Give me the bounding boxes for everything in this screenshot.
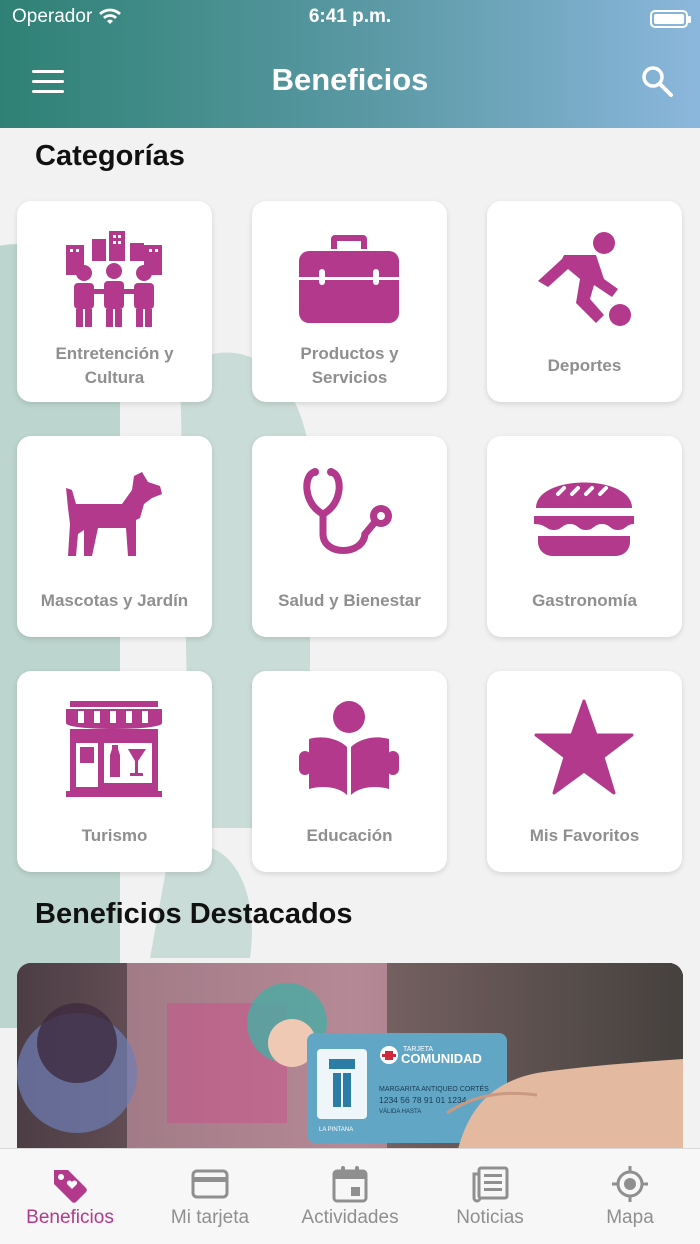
battery-icon bbox=[650, 10, 691, 28]
tag-heart-icon bbox=[54, 1170, 87, 1203]
tab-label: Mapa bbox=[606, 1207, 654, 1228]
credit-card-icon bbox=[191, 1169, 229, 1199]
tab-mapa[interactable]: Mapa bbox=[560, 1149, 700, 1244]
page-title: Beneficios bbox=[271, 62, 429, 97]
category-label: Mascotas y Jardín bbox=[40, 591, 189, 610]
dog-icon bbox=[66, 472, 162, 556]
status-time: 6:41 p.m. bbox=[308, 6, 392, 27]
tab-label: Actividades bbox=[301, 1207, 399, 1228]
category-label: Productos y Servicios bbox=[300, 344, 399, 387]
card-holder-name: MARGARITA ANTIQUEO CORTÉS bbox=[379, 1084, 489, 1093]
reader-icon bbox=[299, 701, 399, 795]
search-icon[interactable] bbox=[640, 64, 674, 98]
category-card-gastronomia[interactable]: Gastronomía bbox=[487, 436, 682, 637]
category-label: Educación bbox=[306, 826, 393, 845]
featured-benefit-banner[interactable]: TARJETA COMUNIDAD MARGARITA ANTIQUEO COR… bbox=[17, 963, 683, 1153]
briefcase-icon bbox=[299, 235, 399, 323]
card-valid: VÁLIDA HASTA bbox=[379, 1108, 421, 1115]
category-card-educacion[interactable]: Educación bbox=[252, 671, 447, 872]
card-brand: COMUNIDAD bbox=[401, 1051, 482, 1066]
category-label: Entretención y Cultura bbox=[55, 344, 174, 387]
tab-actividades[interactable]: Actividades bbox=[280, 1149, 420, 1244]
app-header: Operador 6:41 p.m. Beneficios bbox=[0, 0, 700, 128]
status-bar: Operador 6:41 p.m. bbox=[0, 6, 700, 32]
category-card-entretencion[interactable]: Entretención y Cultura bbox=[17, 201, 212, 402]
calendar-icon bbox=[332, 1166, 368, 1203]
tab-label: Mi tarjeta bbox=[170, 1207, 250, 1228]
tab-label: Noticias bbox=[456, 1207, 524, 1228]
tab-beneficios[interactable]: Beneficios bbox=[0, 1149, 140, 1244]
category-label: Deportes bbox=[547, 356, 622, 375]
category-label: Gastronomía bbox=[532, 591, 637, 610]
tab-label: Beneficios bbox=[26, 1207, 114, 1228]
featured-title: Beneficios Destacados bbox=[35, 898, 353, 930]
location-target-icon bbox=[612, 1166, 648, 1202]
stethoscope-icon bbox=[303, 468, 392, 554]
tab-bar: Beneficios Mi tarjeta Actividades Notici… bbox=[0, 1148, 700, 1244]
people-city-icon bbox=[66, 231, 162, 327]
star-icon bbox=[534, 699, 634, 795]
category-label: Salud y Bienestar bbox=[278, 591, 421, 610]
category-card-productos[interactable]: Productos y Servicios bbox=[252, 201, 447, 402]
category-card-mascotas[interactable]: Mascotas y Jardín bbox=[17, 436, 212, 637]
tab-noticias[interactable]: Noticias bbox=[420, 1149, 560, 1244]
tab-mi-tarjeta[interactable]: Mi tarjeta bbox=[140, 1149, 280, 1244]
soccer-player-icon bbox=[538, 232, 631, 326]
newspaper-icon bbox=[472, 1166, 509, 1203]
category-card-favoritos[interactable]: Mis Favoritos bbox=[487, 671, 682, 872]
category-label: Turismo bbox=[81, 826, 148, 845]
card-logo-text: LA PINTANA bbox=[319, 1127, 353, 1133]
category-card-deportes[interactable]: Deportes bbox=[487, 201, 682, 402]
category-label: Mis Favoritos bbox=[529, 826, 640, 845]
burger-icon bbox=[534, 482, 634, 556]
featured-banner-image: TARJETA COMUNIDAD MARGARITA ANTIQUEO COR… bbox=[17, 963, 683, 1153]
category-card-turismo[interactable]: Turismo bbox=[17, 671, 212, 872]
card-number: 1234 56 78 91 01 1234 bbox=[379, 1095, 467, 1105]
storefront-icon bbox=[66, 701, 162, 797]
categories-title: Categorías bbox=[35, 140, 185, 172]
category-card-salud[interactable]: Salud y Bienestar bbox=[252, 436, 447, 637]
